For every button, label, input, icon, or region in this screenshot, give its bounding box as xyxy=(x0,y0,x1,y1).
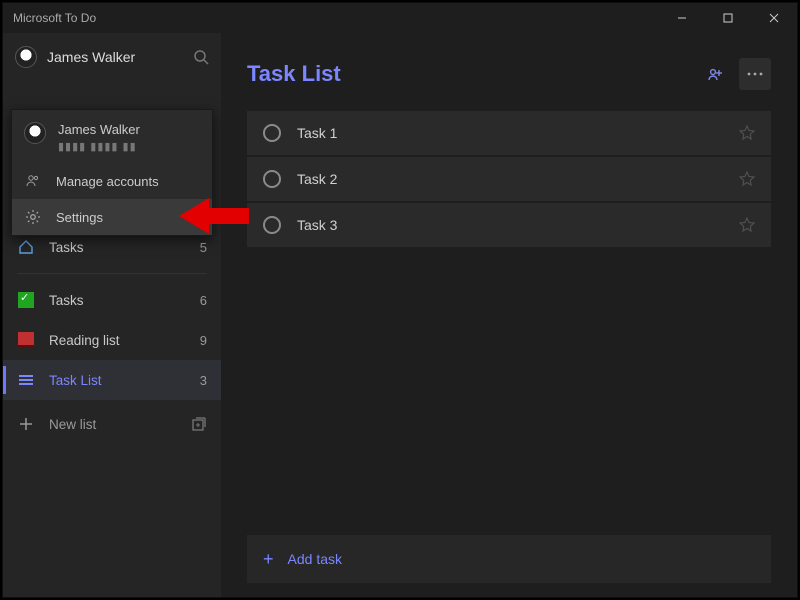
add-task-button[interactable]: + Add task xyxy=(247,535,771,583)
task-row[interactable]: Task 1 xyxy=(247,111,771,155)
add-task-label: Add task xyxy=(288,551,342,567)
profile-row[interactable]: James Walker xyxy=(3,33,221,81)
app-window: Microsoft To Do James Walker xyxy=(2,2,798,598)
plus-icon xyxy=(17,415,35,433)
sidebar-item-count: 3 xyxy=(200,373,207,388)
task-row[interactable]: Task 3 xyxy=(247,203,771,247)
maximize-button[interactable] xyxy=(705,3,751,33)
more-button[interactable] xyxy=(739,58,771,90)
account-email: ▮▮▮▮ ▮▮▮▮ ▮▮ xyxy=(58,140,140,153)
title-bar: Microsoft To Do xyxy=(3,3,797,33)
close-button[interactable] xyxy=(751,3,797,33)
star-icon[interactable] xyxy=(739,125,755,141)
sidebar-item-label: Tasks xyxy=(49,240,84,255)
share-button[interactable] xyxy=(699,58,731,90)
avatar xyxy=(15,46,37,68)
settings-row[interactable]: Settings xyxy=(12,199,212,235)
sidebar-item-count: 5 xyxy=(200,240,207,255)
manage-accounts[interactable]: Manage accounts xyxy=(12,163,212,199)
task-row[interactable]: Task 2 xyxy=(247,157,771,201)
plus-icon: + xyxy=(263,549,274,570)
main-pane: Task List Task 1 xyxy=(221,33,797,597)
account-popup: James Walker ▮▮▮▮ ▮▮▮▮ ▮▮ Manage account… xyxy=(11,109,213,236)
sidebar-list-tasks[interactable]: Tasks 6 xyxy=(3,280,221,320)
complete-circle[interactable] xyxy=(263,170,281,188)
task-title: Task 2 xyxy=(297,171,337,187)
task-title: Task 3 xyxy=(297,217,337,233)
complete-circle[interactable] xyxy=(263,124,281,142)
home-icon xyxy=(17,238,35,256)
new-group-icon[interactable] xyxy=(191,416,207,432)
avatar xyxy=(24,122,46,144)
list-title[interactable]: Task List xyxy=(247,61,341,87)
list-icon xyxy=(17,371,35,389)
divider xyxy=(17,273,207,274)
sidebar-item-count: 6 xyxy=(200,293,207,308)
gear-icon xyxy=(24,209,42,225)
people-icon xyxy=(24,173,42,189)
book-icon xyxy=(17,331,35,349)
task-title: Task 1 xyxy=(297,125,337,141)
checkbox-icon xyxy=(17,291,35,309)
account-name: James Walker xyxy=(58,122,140,137)
profile-name: James Walker xyxy=(47,49,135,65)
settings-label: Settings xyxy=(56,210,103,225)
app-title: Microsoft To Do xyxy=(13,11,96,25)
sidebar-item-label: Tasks xyxy=(49,293,84,308)
account-row[interactable]: James Walker ▮▮▮▮ ▮▮▮▮ ▮▮ xyxy=(12,110,212,163)
sidebar-list-tasklist[interactable]: Task List 3 xyxy=(3,360,221,400)
new-list-button[interactable]: New list xyxy=(3,404,221,444)
star-icon[interactable] xyxy=(739,217,755,233)
sidebar-item-label: Task List xyxy=(49,373,102,388)
sidebar: James Walker Tasks 5 Tasks 6 xyxy=(3,33,221,597)
task-list: Task 1 Task 2 Task 3 xyxy=(247,111,771,249)
complete-circle[interactable] xyxy=(263,216,281,234)
sidebar-item-count: 9 xyxy=(200,333,207,348)
main-header: Task List xyxy=(247,51,771,97)
new-list-label: New list xyxy=(49,417,96,432)
sidebar-item-label: Reading list xyxy=(49,333,120,348)
search-icon[interactable] xyxy=(193,49,209,65)
sidebar-list-reading[interactable]: Reading list 9 xyxy=(3,320,221,360)
minimize-button[interactable] xyxy=(659,3,705,33)
manage-accounts-label: Manage accounts xyxy=(56,174,159,189)
star-icon[interactable] xyxy=(739,171,755,187)
